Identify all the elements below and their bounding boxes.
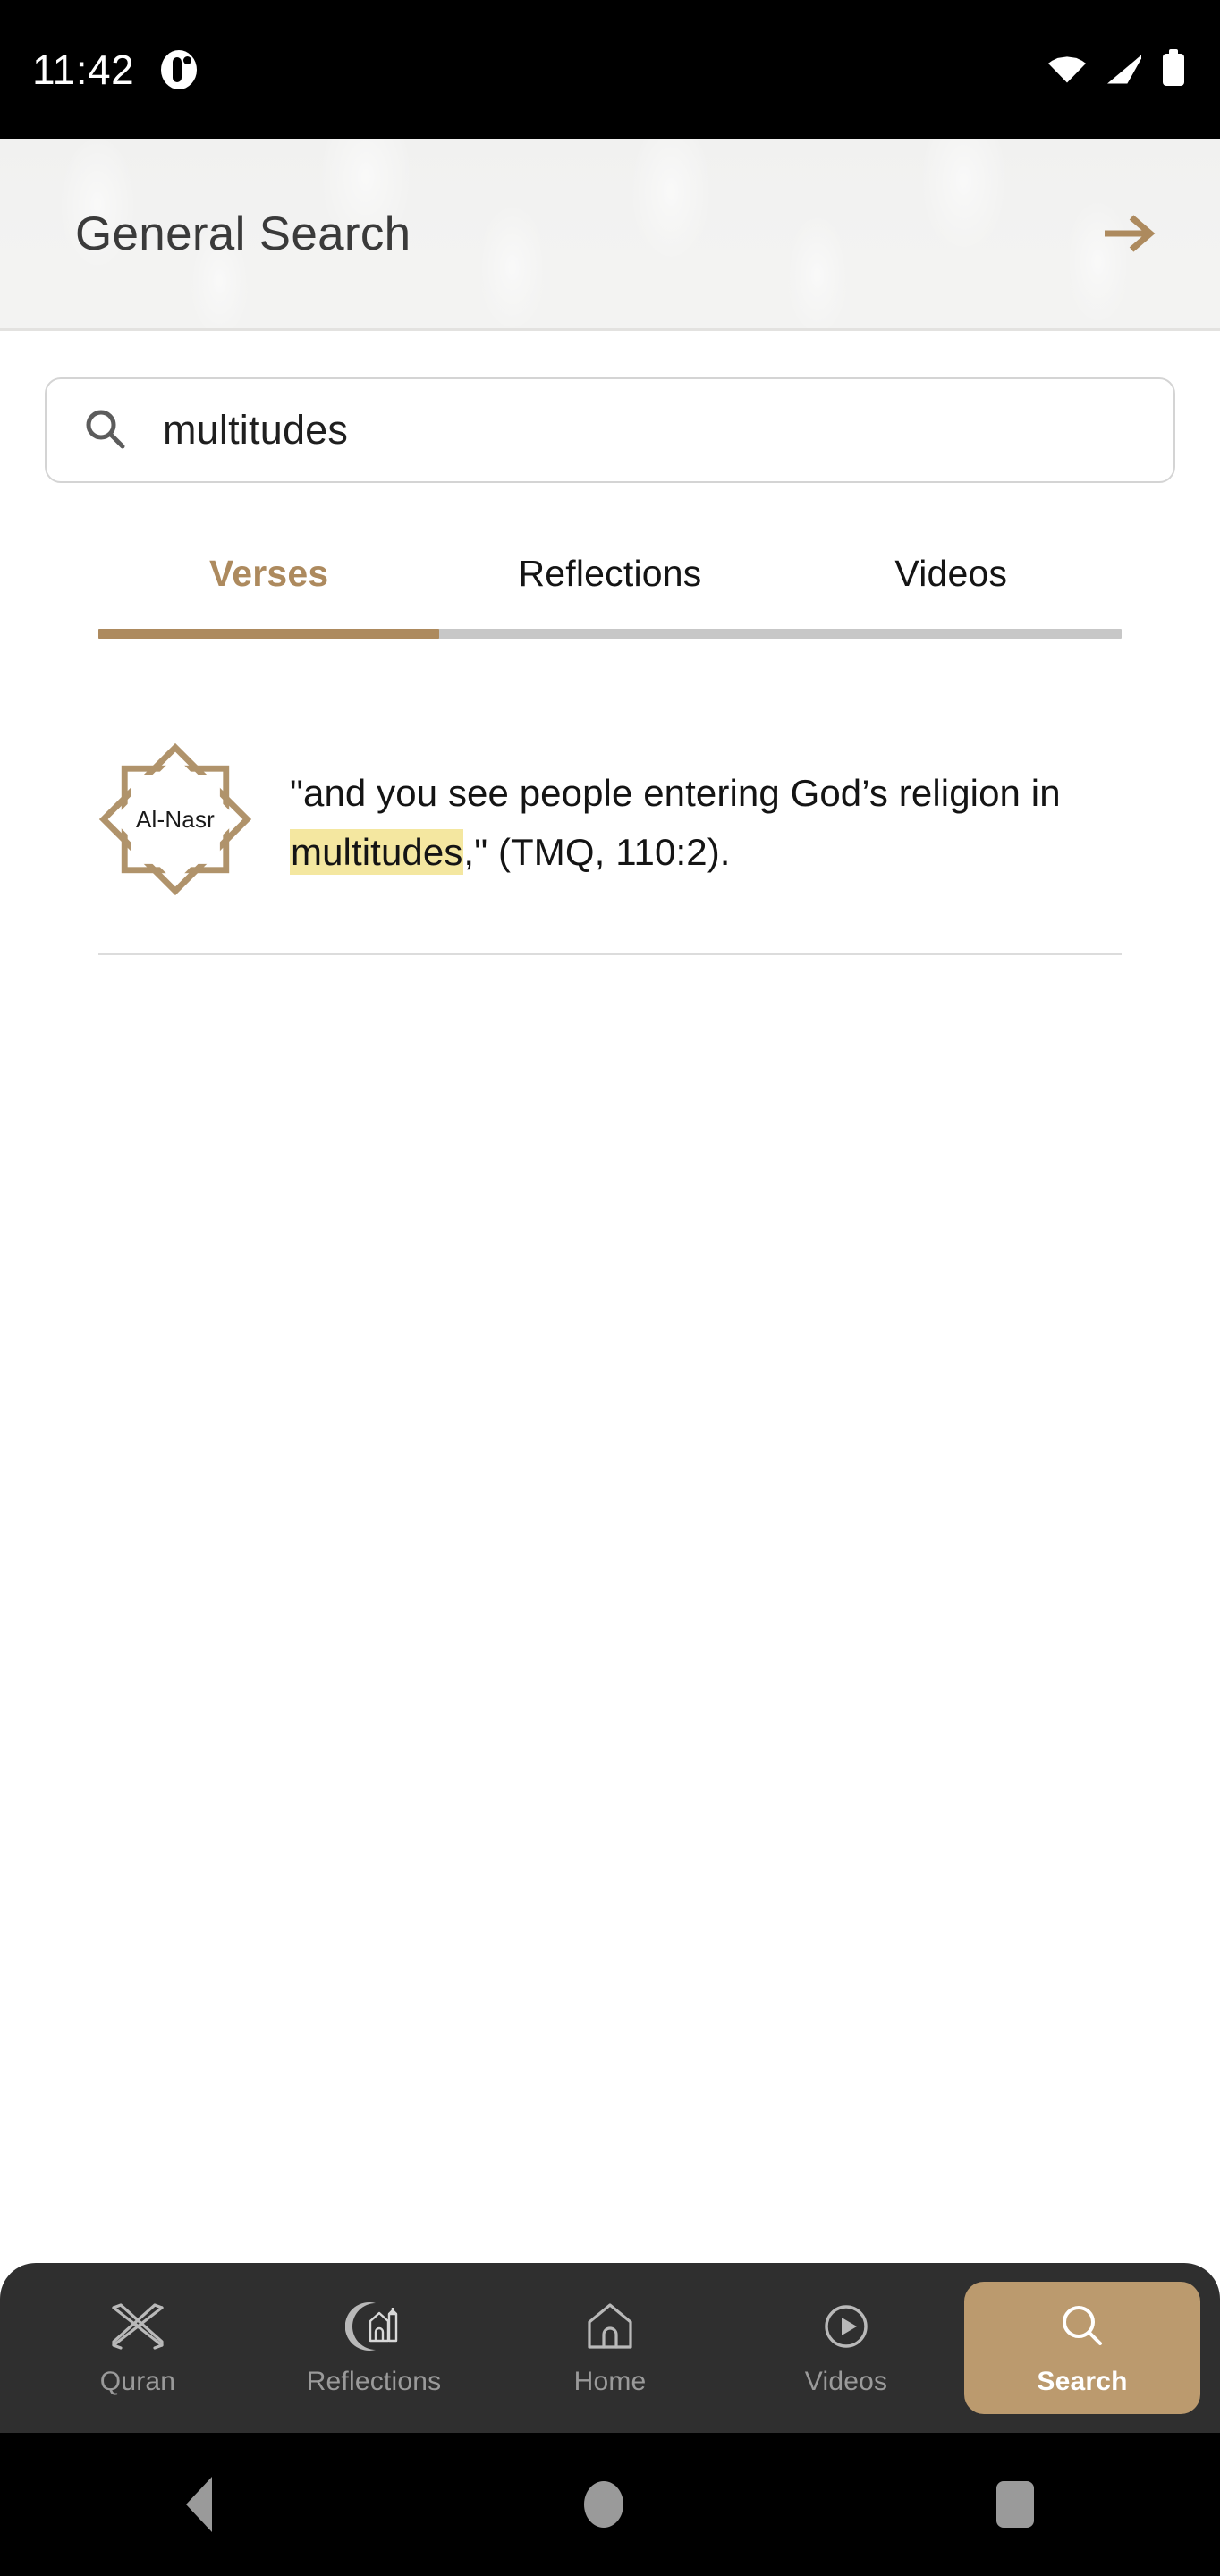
app-header: General Search <box>0 139 1220 331</box>
nav-item-reflections[interactable]: Reflections <box>256 2282 492 2414</box>
verse-text: "and you see people entering God’s relig… <box>290 742 1122 883</box>
nav-item-quran[interactable]: Quran <box>20 2282 256 2414</box>
results-tabs: Verses Reflections Videos <box>0 553 1220 639</box>
tab-indicator-track <box>98 629 1122 639</box>
nav-item-search[interactable]: Search <box>964 2282 1200 2414</box>
crescent-mosque-icon <box>345 2299 402 2354</box>
arrow-right-icon[interactable] <box>1088 192 1170 275</box>
search-input[interactable]: multitudes <box>45 377 1175 483</box>
status-bar: 11:42 <box>0 0 1220 139</box>
list-item[interactable]: Al-Nasr "and you see people entering God… <box>98 742 1122 955</box>
nav-label-search: Search <box>1037 2367 1128 2396</box>
tab-videos[interactable]: Videos <box>781 553 1122 629</box>
search-section: multitudes <box>0 331 1220 483</box>
status-bar-right <box>1048 48 1184 86</box>
android-back-icon[interactable] <box>186 2477 213 2532</box>
android-home-icon[interactable] <box>584 2481 624 2528</box>
home-icon <box>582 2299 638 2354</box>
phone-screen: 11:42 General Search multitudes Verses R… <box>0 0 1220 2576</box>
bottom-navigation-bar: Quran Reflections Home Videos Search <box>0 2263 1220 2433</box>
search-icon <box>82 406 127 455</box>
nav-item-home[interactable]: Home <box>492 2282 728 2414</box>
battery-full-icon <box>1163 48 1184 86</box>
status-clock: 11:42 <box>32 46 135 93</box>
android-system-nav <box>0 2433 1220 2576</box>
nav-label-home: Home <box>573 2367 647 2396</box>
content-area: multitudes Verses Reflections Videos Al-… <box>0 331 1220 2433</box>
app-notification-icon <box>161 49 198 89</box>
search-input-value: multitudes <box>163 407 349 453</box>
nav-label-quran: Quran <box>99 2367 176 2396</box>
rub-el-hizb-star-icon: Al-Nasr <box>98 742 252 896</box>
tab-indicator-thumb <box>98 629 440 639</box>
search-icon <box>1056 2299 1108 2354</box>
search-results-list: Al-Nasr "and you see people entering God… <box>0 742 1220 955</box>
wifi-icon <box>1048 56 1086 83</box>
surah-name-label: Al-Nasr <box>135 805 216 833</box>
nav-item-videos[interactable]: Videos <box>728 2282 964 2414</box>
tab-verses[interactable]: Verses <box>98 553 439 629</box>
play-circle-icon <box>820 2299 872 2354</box>
tab-reflections[interactable]: Reflections <box>439 553 780 629</box>
tab-row: Verses Reflections Videos <box>98 553 1122 629</box>
cellular-signal-icon <box>1107 55 1141 84</box>
nav-label-videos: Videos <box>804 2367 888 2396</box>
android-recents-icon[interactable] <box>995 2481 1034 2528</box>
book-stand-icon <box>108 2299 167 2354</box>
status-bar-left: 11:42 <box>32 46 198 94</box>
page-title: General Search <box>75 207 411 260</box>
nav-label-reflections: Reflections <box>306 2367 442 2396</box>
verse-highlight: multitudes <box>290 829 464 876</box>
verse-text-after: ," (TMQ, 110:2). <box>463 831 731 874</box>
verse-text-before: "and you see people entering God’s relig… <box>290 772 1061 814</box>
